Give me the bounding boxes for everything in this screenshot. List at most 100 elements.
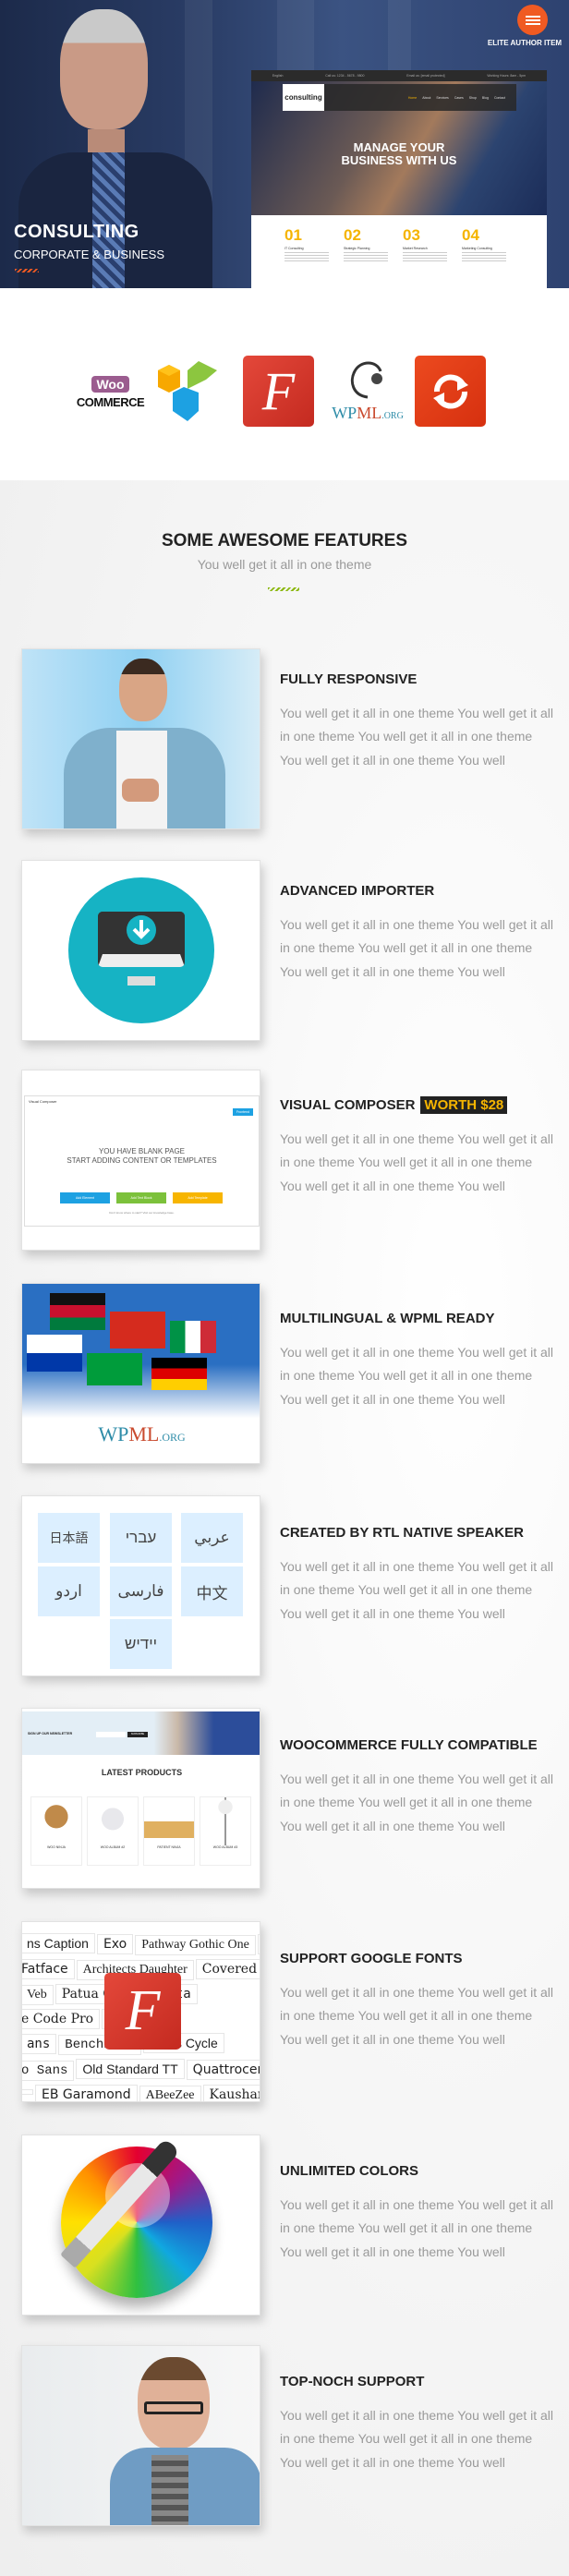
mockup-nav-item: Services <box>436 95 449 100</box>
font-sample: Fatface <box>22 1959 75 1979</box>
feature-title: ADVANCED IMPORTER <box>280 882 435 899</box>
wpml-logo: WPML.ORG <box>98 1422 186 1445</box>
language-urdu: اردو <box>38 1566 100 1616</box>
language-chinese: 中文 <box>181 1566 243 1616</box>
product-card: WOO NINJA <box>30 1796 82 1866</box>
vc-panel-title: Visual Composer <box>29 1099 57 1104</box>
worth-badge: WORTH $28 <box>420 1095 508 1114</box>
feature-image-support <box>21 2345 260 2526</box>
mockup-nav-item: Blog <box>481 95 489 100</box>
mockup-nav-item: Contact <box>493 95 505 100</box>
mockup-logo: consulting <box>283 84 324 111</box>
font-sample: EB Garamond <box>35 2085 138 2101</box>
mockup-nav-item: Cases <box>454 95 464 100</box>
website-mockup: English Call us: 1234 - 5678 - 9800 Emai… <box>251 70 547 288</box>
mockup-step: 02 Strategic Planning <box>344 226 388 261</box>
feature-title: VISUAL COMPOSER <box>280 1096 416 1113</box>
feature-image-importer <box>21 860 260 1041</box>
newsletter-title: SIGN UP OUR NEWSLETTER <box>28 1732 73 1735</box>
mockup-nav-item: About <box>422 95 431 100</box>
feature-title: TOP-NOCH SUPPORT <box>280 2373 425 2389</box>
vc-hint: Don't know where to start? Visit our kno… <box>109 1211 175 1215</box>
feature-image-woocommerce: SIGN UP OUR NEWSLETTER SUBSCRIBE LATEST … <box>21 1708 260 1889</box>
subscribe-button: SUBSCRIBE <box>127 1732 148 1737</box>
feature-title: MULTILINGUAL & WPML READY <box>280 1310 495 1326</box>
mockup-headline: MANAGE YOUR BUSINESS WITH US <box>251 141 547 167</box>
google-fonts-logo-icon: F <box>243 356 314 427</box>
feature-image-multilingual: WPML.ORG <box>21 1283 260 1464</box>
download-icon <box>127 915 156 945</box>
visual-composer-logo-icon <box>158 361 217 421</box>
font-sample: Kaushan Script <box>202 2085 260 2101</box>
font-sample: Ques <box>257 1934 260 1954</box>
feature-responsive: FULLY RESPONSIVE You well get it all in … <box>280 669 557 772</box>
mockup-topbar: English Call us: 1234 - 5678 - 9800 Emai… <box>251 70 547 81</box>
font-sample: Covered By Y <box>195 1959 260 1979</box>
mockup-language: English <box>272 74 284 78</box>
vc-blank-line1: YOU HAVE BLANK PAGE <box>98 1147 186 1155</box>
font-row: ns CaptionExoPathway Gothic OneQues <box>22 1933 260 1959</box>
feature-google-fonts: SUPPORT GOOGLE FONTS You well get it all… <box>280 1948 557 2051</box>
font-sample: Quattrocento Sa <box>186 2060 260 2080</box>
mockup-step: 01 IT Consulting <box>284 226 329 261</box>
feature-description: You well get it all in one theme You wel… <box>280 1345 554 1407</box>
features-title: SOME AWESOME FEATURES <box>161 531 408 550</box>
vc-add-template-button: Add Template <box>173 1192 223 1203</box>
mockup-hours: Working Hours: 8am - 5pm <box>487 74 527 78</box>
font-sample: ns Caption <box>22 1933 95 1953</box>
woocommerce-logo: Woo COMMERCE <box>76 376 145 409</box>
feature-description: You well get it all in one theme You wel… <box>280 2197 554 2259</box>
font-sample: o Sans <box>22 2061 75 2081</box>
businessman-photo <box>18 0 222 288</box>
feature-title: FULLY RESPONSIVE <box>280 671 418 687</box>
language-yiddish: יידיש <box>110 1619 172 1669</box>
font-sample: Pathway Gothic One <box>135 1935 256 1955</box>
feature-image-responsive <box>21 648 260 829</box>
feature-image-google-fonts: ns CaptionExoPathway Gothic OneQuesFatfa… <box>21 1921 260 2102</box>
feature-importer: ADVANCED IMPORTER You well get it all in… <box>280 880 557 984</box>
feature-colors: UNLIMITED COLORS You well get it all in … <box>280 2160 557 2264</box>
zigzag-divider <box>15 269 39 272</box>
font-sample: Veb <box>22 1985 54 2005</box>
feature-description: You well get it all in one theme You wel… <box>280 917 554 979</box>
feature-title: SUPPORT GOOGLE FONTS <box>280 1950 463 1966</box>
font-sample: ans <box>22 2034 57 2054</box>
product-card: PATIENT NINJA <box>143 1796 195 1866</box>
font-sample: e Code Pro <box>22 2009 101 2029</box>
hero-subtitle: CORPORATE & BUSINESS <box>14 248 165 261</box>
zigzag-divider <box>268 587 299 591</box>
mockup-headline-line: MANAGE YOUR <box>353 140 445 154</box>
product-card: WOO ALBUM #3 <box>200 1796 251 1866</box>
feature-title: CREATED BY RTL NATIVE SPEAKER <box>280 1524 524 1541</box>
font-row: o SansOld Standard TTQuattrocento Sa <box>22 2059 260 2085</box>
wpml-emblem-icon <box>350 361 382 399</box>
font-sample: Exo <box>96 1934 134 1954</box>
feature-description: You well get it all in one theme You wel… <box>280 706 554 768</box>
font-row: EB GaramondABeeZeeKaushan Script <box>22 2085 260 2101</box>
feature-woocommerce: WOOCOMMERCE FULLY COMPATIBLE You well ge… <box>280 1735 557 1838</box>
mockup-steps: 01 IT Consulting 02 Strategic Planning 03 M… <box>251 215 547 261</box>
vc-add-element-button: Add Element <box>60 1192 110 1203</box>
feature-image-visual-composer: Visual Composer Frontend YOU HAVE BLANK … <box>21 1070 260 1251</box>
mockup-phone: Call us: 1234 - 5678 - 9800 <box>325 74 365 78</box>
feature-description: You well get it all in one theme You wel… <box>280 2408 554 2470</box>
vc-frontend-button: Frontend <box>232 1108 253 1116</box>
product-card: WOO ALBUM #2 <box>87 1796 139 1866</box>
feature-description: You well get it all in one theme You wel… <box>280 1559 554 1621</box>
hero-title: CONSULTING <box>14 222 139 242</box>
elite-author-badge-icon <box>517 5 548 35</box>
mockup-nav-item: Shop <box>468 95 477 100</box>
feature-rtl: CREATED BY RTL NATIVE SPEAKER You well g… <box>280 1522 557 1626</box>
language-japanese: 日本語 <box>38 1513 100 1563</box>
feature-description: You well get it all in one theme You wel… <box>280 1131 554 1193</box>
font-sample: Old Standard TT <box>76 2059 185 2079</box>
hero-banner: CONSULTING CORPORATE & BUSINESS ELITE AU… <box>0 0 569 288</box>
feature-visual-composer: VISUAL COMPOSER WORTH $28 You well get it… <box>280 1094 557 1198</box>
font-sample: ABeeZee <box>139 2086 201 2101</box>
mockup-step: 04 Marketing Consulting <box>462 226 506 261</box>
latest-products-heading: LATEST PRODUCTS <box>101 1768 183 1777</box>
wpml-logo: WPML.ORG <box>330 358 406 423</box>
vc-add-text-block-button: Add Text Block <box>116 1192 166 1203</box>
mockup-email: Email us: [email protected] <box>406 74 445 78</box>
feature-support: TOP-NOCH SUPPORT You well get it all in … <box>280 2371 557 2474</box>
